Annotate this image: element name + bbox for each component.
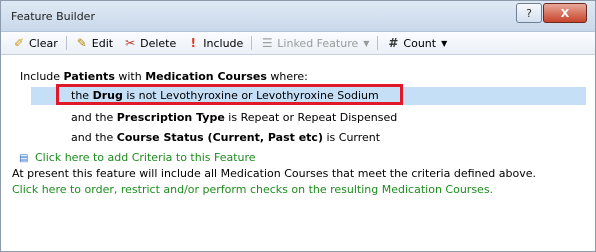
linked-feature-button[interactable]: ☰ Linked Feature ▼: [255, 33, 374, 53]
delete-icon: ✂: [125, 36, 136, 50]
course-status-field[interactable]: Course Status (Current, Past etc): [117, 131, 323, 144]
add-criteria-label: Click here to add Criteria to this Featu…: [35, 151, 256, 164]
exclamation-icon: !: [190, 36, 196, 50]
summary-text: At present this feature will include all…: [12, 167, 536, 180]
hash-icon: #: [388, 36, 399, 50]
count-button[interactable]: # Count ▼: [381, 33, 452, 53]
criteria-prefix: and the: [71, 131, 117, 144]
list-icon: ☰: [261, 36, 273, 50]
criteria-prescription-type[interactable]: and the Prescription Type is Repeat or R…: [71, 111, 397, 124]
toolbar-separator: [65, 36, 67, 50]
clear-label: Clear: [29, 36, 58, 50]
annotation-highlight-box: [56, 84, 403, 105]
clear-button[interactable]: ✐ Clear: [7, 33, 63, 53]
patients-link[interactable]: Patients: [64, 70, 115, 83]
toolbar-separator: [251, 36, 253, 50]
help-icon: ?: [526, 6, 532, 20]
help-button[interactable]: ?: [516, 3, 542, 23]
criteria-prefix: and the: [71, 111, 117, 124]
medication-courses-link[interactable]: Medication Courses: [145, 70, 267, 83]
criteria-intro: Include Patients with Medication Courses…: [20, 70, 308, 83]
close-button[interactable]: X: [543, 3, 587, 23]
title-bar: Feature Builder ? X: [1, 1, 595, 32]
close-icon: X: [560, 6, 570, 20]
criteria-value: is Repeat or Repeat Dispensed: [224, 111, 398, 124]
window-title: Feature Builder: [11, 10, 95, 23]
edit-label: Edit: [91, 36, 114, 50]
broom-icon: ✐: [13, 36, 25, 50]
intro-with: with: [114, 70, 146, 83]
include-button[interactable]: ! Include: [181, 33, 248, 53]
toolbar: ✐ Clear ✎ Edit ✂ Delete ! Include ☰ Link…: [1, 32, 595, 55]
chevron-down-icon: ▼: [363, 38, 370, 48]
count-label: Count: [403, 36, 437, 50]
toolbar-separator: [377, 36, 379, 50]
intro-prefix: Include: [20, 70, 64, 83]
criteria-panel: Include Patients with Medication Courses…: [1, 55, 595, 251]
include-label: Include: [203, 36, 244, 50]
linked-feature-label: Linked Feature: [277, 36, 359, 50]
chevron-down-icon: ▼: [441, 38, 448, 48]
delete-label: Delete: [140, 36, 177, 50]
criteria-value: is Current: [322, 131, 381, 144]
add-criteria-link[interactable]: ▤ Click here to add Criteria to this Feat…: [19, 151, 256, 164]
feature-builder-window: Feature Builder ? X ✐ Clear ✎ Edit ✂ Del…: [0, 0, 596, 252]
add-criteria-icon: ▤: [19, 153, 29, 164]
order-restrict-link[interactable]: Click here to order, restrict and/or per…: [12, 183, 493, 196]
edit-button[interactable]: ✎ Edit: [70, 33, 118, 53]
pencil-icon: ✎: [76, 36, 87, 50]
criteria-course-status[interactable]: and the Course Status (Current, Past etc…: [71, 131, 380, 144]
delete-button[interactable]: ✂ Delete: [118, 33, 181, 53]
prescription-type-field[interactable]: Prescription Type: [117, 111, 225, 124]
intro-suffix: where:: [266, 70, 308, 83]
